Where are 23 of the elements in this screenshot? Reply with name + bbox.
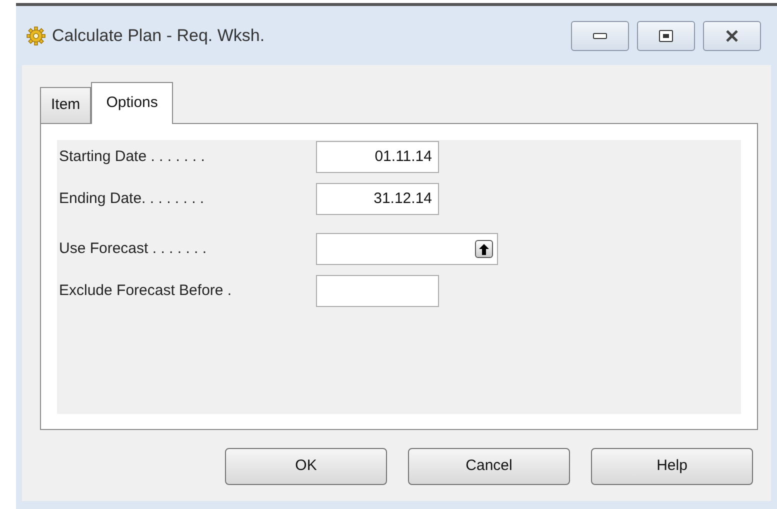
dialog-button[interactable]: OK: [225, 448, 387, 485]
minimize-icon: [593, 32, 607, 38]
field-label: Starting Date . . . . . . .: [59, 146, 206, 167]
maximize-button[interactable]: [637, 20, 695, 50]
dialog-button[interactable]: Help: [591, 448, 753, 485]
close-button[interactable]: [703, 20, 761, 50]
gear-icon: [26, 26, 46, 46]
field-label: Use Forecast . . . . . . .: [59, 238, 208, 259]
tab[interactable]: Options: [91, 82, 173, 124]
dialog-button[interactable]: Cancel: [408, 448, 570, 485]
window-title: Calculate Plan - Req. Wksh.: [52, 24, 266, 47]
maximize-icon: [659, 30, 673, 42]
input-field[interactable]: 01.11.14: [316, 141, 439, 173]
lookup-button[interactable]: [475, 240, 493, 258]
close-icon: [725, 30, 739, 42]
field-label: Ending Date. . . . . . . .: [59, 188, 206, 209]
input-field[interactable]: [316, 275, 439, 307]
input-field[interactable]: 31.12.14: [316, 183, 439, 215]
tab[interactable]: Item: [40, 87, 92, 123]
input-field[interactable]: [316, 233, 498, 265]
up-arrow-icon: [479, 244, 489, 254]
minimize-button[interactable]: [571, 20, 629, 50]
field-label: Exclude Forecast Before .: [59, 280, 233, 301]
